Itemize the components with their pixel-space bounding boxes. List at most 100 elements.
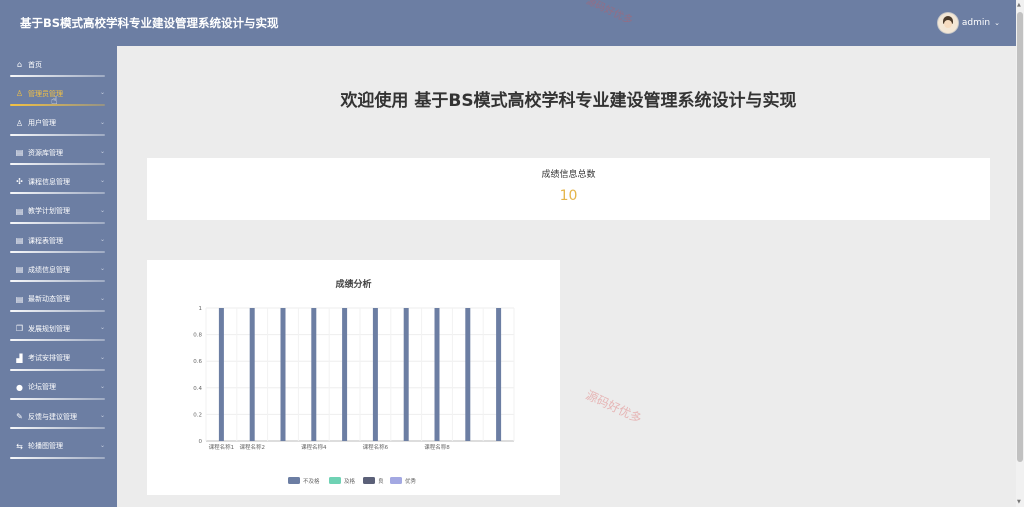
menu-divider — [10, 456, 105, 459]
chevron-down-icon: ⌄ — [99, 148, 105, 156]
sidebar-item-label: 教学计划管理 — [28, 207, 70, 216]
chevron-down-icon: ⌄ — [99, 324, 105, 332]
sidebar-item[interactable]: ▟ 考试安排管理 ⌄ — [10, 344, 105, 373]
bar — [434, 308, 440, 441]
stat-label: 成绩信息总数 — [541, 170, 596, 180]
y-tick-label: 0.6 — [193, 359, 202, 365]
x-tick-label: 课程名称4 — [301, 443, 327, 451]
chevron-down-icon: ⌄ — [99, 89, 105, 97]
legend-swatch — [390, 477, 402, 484]
menu-divider — [10, 251, 105, 254]
page-scrollbar[interactable]: ▲ ▼ — [1016, 0, 1024, 507]
bar — [280, 308, 286, 441]
bar — [465, 308, 471, 441]
scroll-down-icon[interactable]: ▼ — [1017, 499, 1021, 505]
user-icon: ♙ — [15, 89, 24, 99]
menu-divider — [10, 427, 105, 430]
menu-divider — [10, 368, 105, 371]
y-tick-label: 0.2 — [193, 412, 202, 418]
legend-swatch — [363, 477, 375, 484]
menu-divider — [10, 163, 105, 166]
scroll-thumb[interactable] — [1017, 12, 1023, 462]
sidebar-item[interactable]: ⇆ 轮播图管理 ⌄ — [10, 432, 105, 461]
grade-chart: 0 0.2 0.4 0.6 0.8 1 课程名称1 课程名称2 课程名称4 课程名称6 课程名称8 不… — [193, 306, 515, 485]
sidebar-item-label: 轮播图管理 — [28, 442, 63, 451]
menu-divider — [10, 133, 105, 136]
chevron-down-icon: ⌄ — [99, 412, 105, 420]
user-icon: ♙ — [15, 118, 24, 128]
menu-divider — [10, 221, 105, 224]
stat-card: 成绩信息总数 10 — [147, 158, 990, 220]
sidebar-item-label: 反馈与建议管理 — [28, 412, 77, 421]
sidebar-item-label: 发展规划管理 — [28, 324, 70, 333]
list-icon: ▤ — [15, 148, 24, 158]
sidebar-item-label: 资源库管理 — [28, 148, 63, 157]
y-tick-label: 0.8 — [193, 333, 202, 339]
sidebar-item-label: 管理员管理 — [28, 89, 63, 98]
bar — [372, 308, 378, 441]
menu-divider — [10, 280, 105, 283]
x-tick-label: 课程名称6 — [363, 443, 389, 451]
sidebar-item[interactable]: ● 论坛管理 ⌄ — [10, 373, 105, 402]
chevron-down-icon: ⌄ — [99, 441, 105, 449]
bar — [218, 308, 224, 441]
avatar[interactable] — [937, 13, 958, 33]
sidebar-item[interactable]: ❐ 发展规划管理 ⌄ — [10, 314, 105, 343]
app-title: 基于BS模式高校学科专业建设管理系统设计与实现 — [20, 16, 279, 30]
menu-divider — [10, 397, 105, 400]
chevron-down-icon[interactable]: ⌄ — [994, 19, 1000, 27]
list-icon: ▤ — [15, 236, 24, 246]
bar — [496, 308, 502, 441]
sidebar-item[interactable]: ✎ 反馈与建议管理 ⌄ — [10, 402, 105, 431]
user-name[interactable]: admin — [962, 18, 990, 28]
chevron-down-icon: ⌄ — [99, 206, 105, 214]
bar — [249, 308, 255, 441]
sidebar-item-label: 课程信息管理 — [28, 177, 70, 186]
grid-icon: ✣ — [16, 177, 23, 187]
watermark: 源码好优多 — [583, 387, 644, 426]
sidebar-item[interactable]: ✣ 课程信息管理 ⌄ — [10, 167, 105, 196]
legend-label: 优秀 — [405, 477, 417, 485]
legend-swatch — [329, 477, 341, 484]
menu-divider — [10, 339, 105, 342]
list-icon: ▤ — [15, 265, 24, 275]
chevron-down-icon: ⌄ — [99, 382, 105, 390]
sidebar-item-label: 首页 — [28, 60, 42, 69]
menu-divider — [10, 192, 105, 195]
y-tick-label: 0 — [199, 439, 203, 445]
chart-card: 成绩分析 0 0.2 0.4 0.6 0.8 1 课程名称1 课程名称2 课程名称4 课程名称6 课… — [147, 260, 560, 495]
sidebar-item[interactable]: ▤ 资源库管理 ⌄ — [10, 138, 105, 167]
chevron-down-icon: ⌄ — [99, 294, 105, 302]
legend-swatch — [288, 477, 300, 484]
mouse-cursor-icon: ☝ — [51, 94, 58, 107]
sidebar-item[interactable]: ⌂ 首页 — [10, 50, 105, 79]
top-header: 基于BS模式高校学科专业建设管理系统设计与实现 admin ⌄ — [0, 0, 1016, 46]
swap-icon: ⇆ — [16, 441, 23, 451]
bar — [403, 308, 409, 441]
sidebar-item[interactable]: ▤ 成绩信息管理 ⌄ — [10, 255, 105, 284]
sidebar-item[interactable]: ▤ 课程表管理 ⌄ — [10, 226, 105, 255]
menu-divider — [10, 309, 105, 312]
sidebar-item-label: 课程表管理 — [28, 236, 63, 245]
sidebar-item[interactable]: ▤ 最新动态管理 ⌄ — [10, 285, 105, 314]
chevron-down-icon: ⌄ — [99, 265, 105, 273]
dot-icon: ● — [16, 382, 23, 392]
sidebar-item-label: 考试安排管理 — [28, 354, 70, 362]
x-tick-label: 课程名称1 — [209, 443, 235, 451]
chevron-down-icon: ⌄ — [99, 353, 105, 361]
chart-icon: ▟ — [16, 353, 23, 363]
user-menu[interactable]: admin ⌄ — [937, 13, 1000, 33]
edit-icon: ✎ — [16, 412, 23, 422]
y-tick-label: 0.4 — [193, 386, 202, 392]
sidebar-item[interactable]: ▤ 教学计划管理 ⌄ — [10, 197, 105, 226]
sidebar-item[interactable]: ♙ 用户管理 ⌄ — [10, 109, 105, 138]
scroll-up-icon[interactable]: ▲ — [1017, 2, 1021, 8]
y-tick-label: 1 — [199, 306, 203, 312]
list-icon: ▤ — [15, 206, 24, 216]
chevron-down-icon: ⌄ — [99, 236, 105, 244]
bar — [342, 308, 348, 441]
legend-label: 不及格 — [303, 477, 320, 485]
menu-divider — [10, 75, 105, 77]
chevron-down-icon: ⌄ — [99, 177, 105, 185]
sidebar-item-label: 最新动态管理 — [28, 295, 70, 304]
